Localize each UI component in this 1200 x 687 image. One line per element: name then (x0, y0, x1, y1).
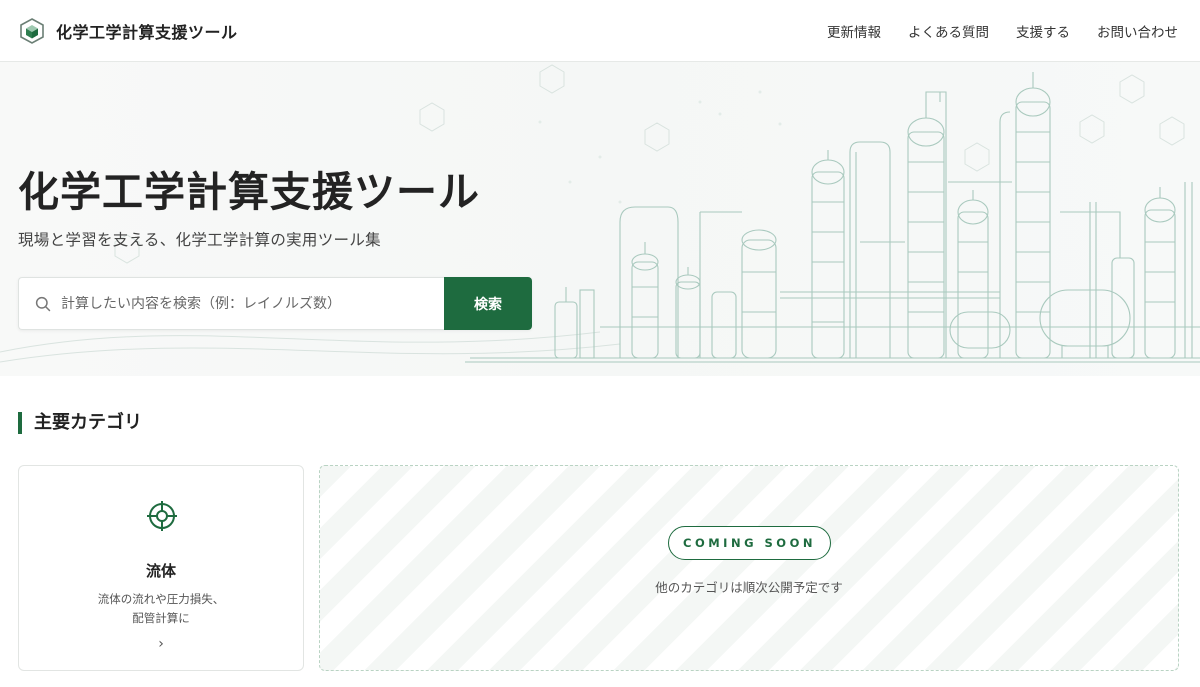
cube-logo-icon (20, 17, 44, 44)
search-button[interactable]: 検索 (444, 277, 532, 330)
hero-section: 化学工学計算支援ツール 現場と学習を支える、化学工学計算の実用ツール集 検索 (0, 62, 1200, 376)
hero-title: 化学工学計算支援ツール (18, 168, 480, 216)
search-icon (35, 296, 51, 311)
nav-link-contact[interactable]: お問い合わせ (1097, 21, 1178, 41)
target-icon (147, 501, 177, 531)
category-card-description: 流体の流れや圧力損失、 配管計算に (19, 590, 303, 628)
search-field-wrapper (18, 277, 444, 330)
brand-logo-link[interactable]: 化学工学計算支援ツール (18, 17, 238, 45)
chevron-right-icon: › (158, 636, 164, 652)
section-title-main-categories: 主要カテゴリ (18, 412, 142, 434)
coming-soon-panel: COMING SOON 他のカテゴリは順次公開予定です (319, 465, 1179, 671)
hero-subtitle: 現場と学習を支える、化学工学計算の実用ツール集 (18, 231, 381, 249)
category-card-fluid[interactable]: 流体 流体の流れや圧力損失、 配管計算に › (18, 465, 304, 671)
coming-soon-text: 他のカテゴリは順次公開予定です (655, 580, 843, 595)
search-input[interactable] (61, 295, 421, 312)
nav-link-support[interactable]: 支援する (1016, 21, 1070, 41)
site-header: 化学工学計算支援ツール 更新情報 よくある質問 支援する お問い合わせ (0, 0, 1200, 62)
category-card-description-line: 流体の流れや圧力損失、 (97, 592, 225, 606)
category-card-description-line: 配管計算に (132, 611, 190, 625)
coming-soon-badge: COMING SOON (668, 526, 831, 560)
brand-name: 化学工学計算支援ツール (56, 22, 238, 42)
nav-link-faq[interactable]: よくある質問 (908, 21, 989, 41)
nav-link-updates[interactable]: 更新情報 (827, 21, 881, 41)
search-bar: 検索 (18, 277, 532, 330)
category-card-title: 流体 (145, 562, 176, 580)
main-nav: 更新情報 よくある質問 支援する お問い合わせ (827, 0, 1178, 62)
